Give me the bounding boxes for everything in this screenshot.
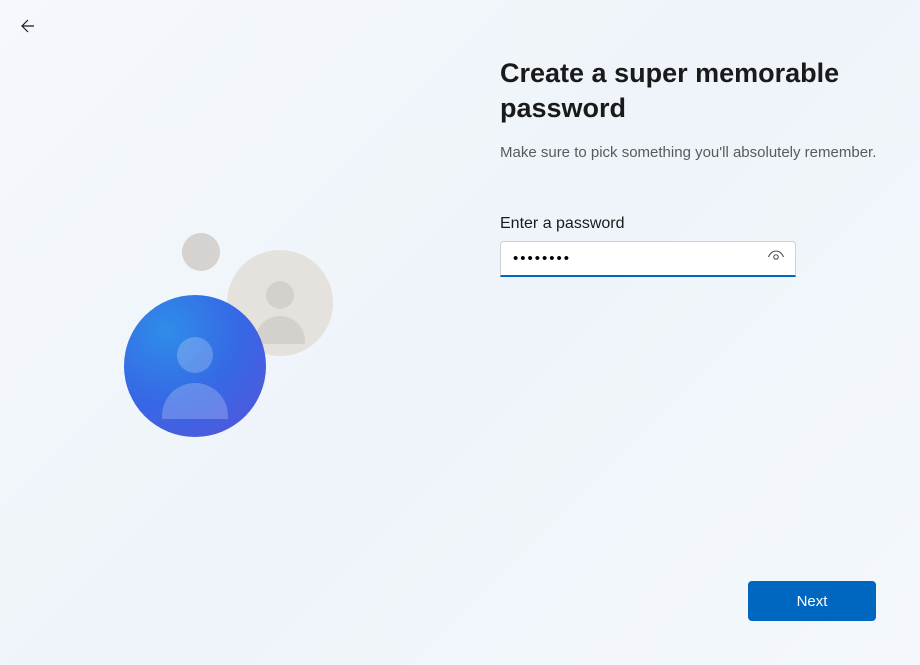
back-button[interactable]: [12, 12, 44, 44]
user-illustration: [124, 225, 404, 455]
password-input-wrap: [500, 241, 796, 277]
back-arrow-icon: [19, 17, 37, 40]
blue-avatar-circle: [124, 295, 266, 437]
small-grey-circle: [182, 233, 220, 271]
next-button[interactable]: Next: [748, 581, 876, 621]
password-input[interactable]: [500, 241, 796, 277]
password-label: Enter a password: [500, 215, 880, 233]
page-title: Create a super memorable password: [500, 56, 880, 126]
main-panel: Create a super memorable password Make s…: [500, 56, 880, 277]
reveal-password-button[interactable]: [764, 247, 788, 271]
page-subtitle: Make sure to pick something you'll absol…: [500, 142, 880, 163]
eye-icon: [767, 248, 785, 271]
